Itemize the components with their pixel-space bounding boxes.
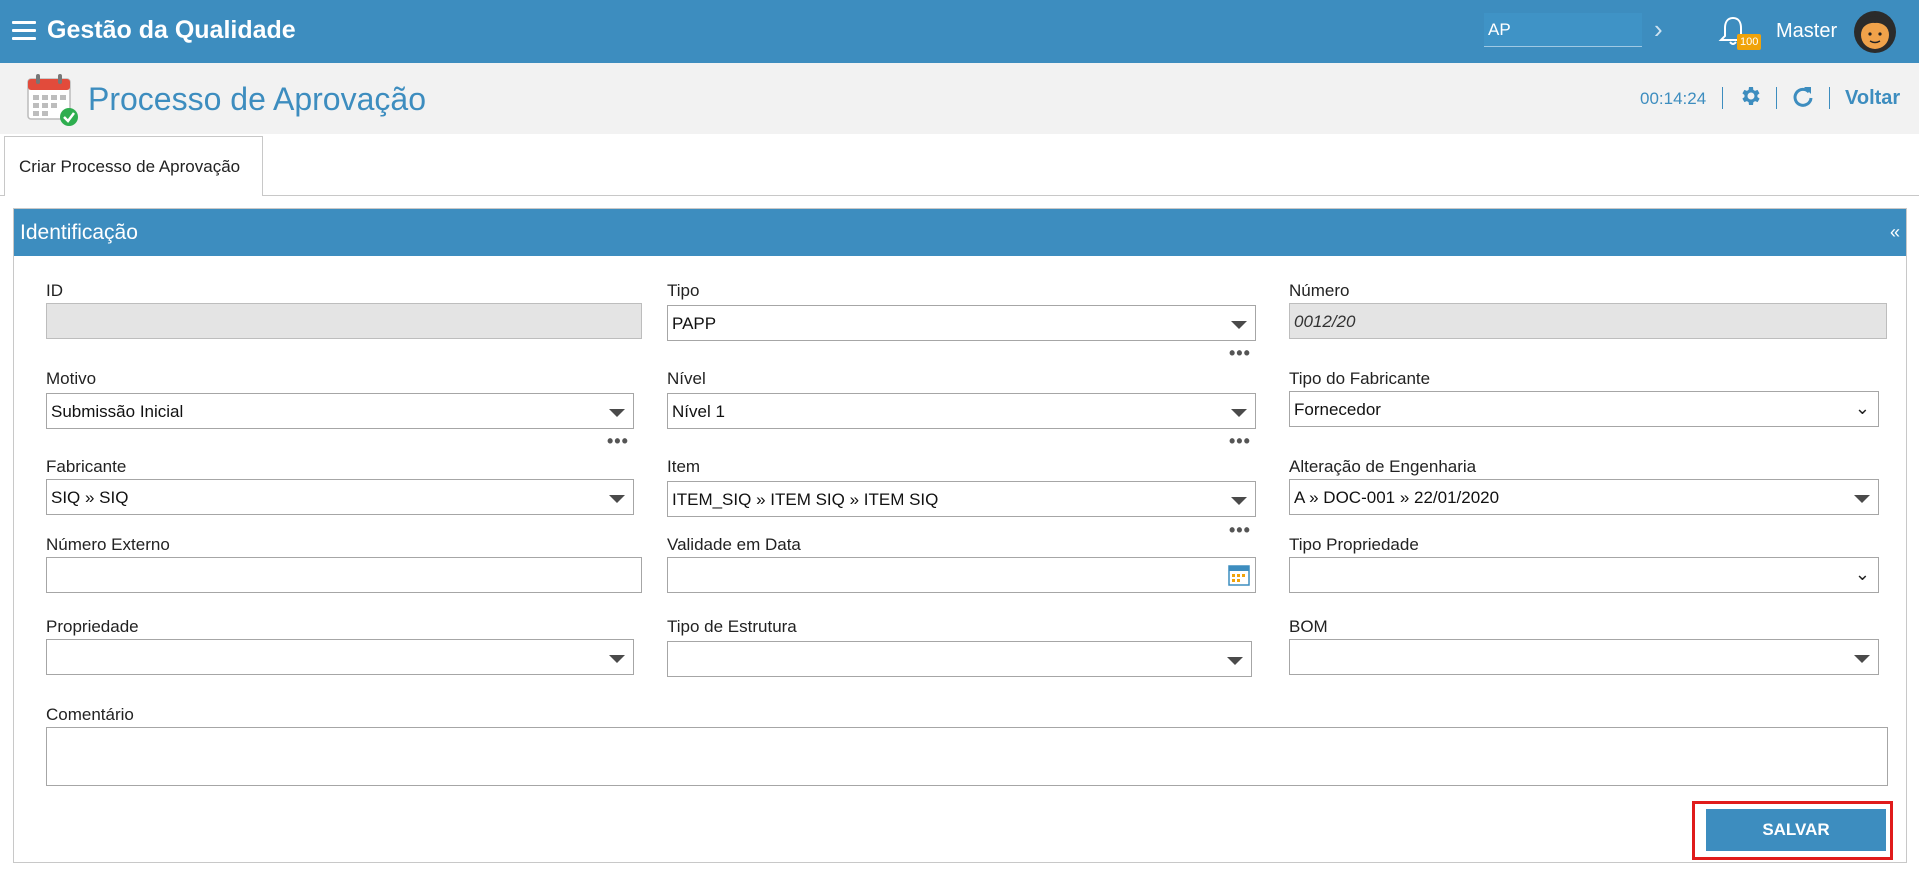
more-options-icon[interactable]: ••• <box>1229 521 1251 539</box>
tipo-estrutura-select[interactable] <box>667 641 1252 677</box>
refresh-icon[interactable] <box>1791 84 1815 108</box>
tipo-propriedade-select[interactable]: ⌄ <box>1289 557 1879 593</box>
user-name[interactable]: Master <box>1776 20 1837 43</box>
caret-down-icon <box>1227 657 1243 665</box>
id-label: ID <box>46 281 63 300</box>
tipo-fabricante-value: Fornecedor <box>1294 400 1381 419</box>
tipo-fabricante-select[interactable]: Fornecedor ⌄ <box>1289 391 1879 427</box>
bom-label: BOM <box>1289 617 1328 636</box>
top-bar: Gestão da Qualidade › 100 Master <box>0 0 1919 63</box>
tipo-fabricante-label: Tipo do Fabricante <box>1289 369 1431 388</box>
alteracao-label: Alteração de Engenharia <box>1289 457 1477 476</box>
divider <box>1722 87 1723 109</box>
more-options-icon[interactable]: ••• <box>1229 432 1251 450</box>
tab-criar-processo[interactable]: Criar Processo de Aprovação <box>4 136 263 196</box>
chevron-right-icon[interactable]: › <box>1654 14 1676 44</box>
session-timer: 00:14:24 <box>1640 89 1707 108</box>
bom-select[interactable] <box>1289 639 1879 675</box>
motivo-value: Submissão Inicial <box>51 402 184 421</box>
comentario-label: Comentário <box>46 705 134 724</box>
fabricante-value: SIQ » SIQ <box>51 488 129 507</box>
motivo-select[interactable]: Submissão Inicial <box>46 393 634 429</box>
tipo-estrutura-label: Tipo de Estrutura <box>667 617 797 636</box>
id-field <box>46 303 642 339</box>
item-select[interactable]: ITEM_SIQ » ITEM SIQ » ITEM SIQ <box>667 481 1256 517</box>
item-label: Item <box>667 457 701 476</box>
caret-down-icon <box>609 409 625 417</box>
more-options-icon[interactable]: ••• <box>607 432 629 450</box>
divider <box>1776 87 1777 109</box>
collapse-icon[interactable]: « <box>1890 222 1900 243</box>
hamburger-menu-icon[interactable] <box>12 21 36 41</box>
numero-label: Número <box>1289 281 1350 300</box>
caret-down-icon <box>1854 495 1870 503</box>
propriedade-label: Propriedade <box>46 617 139 636</box>
back-link[interactable]: Voltar <box>1845 87 1900 110</box>
fabricante-label: Fabricante <box>46 457 127 476</box>
tipo-value: PAPP <box>672 314 717 333</box>
tipo-label: Tipo <box>667 281 700 300</box>
avatar[interactable] <box>1853 10 1897 54</box>
tipo-select[interactable]: PAPP <box>667 305 1256 341</box>
chevron-down-icon: ⌄ <box>1854 564 1870 584</box>
numero-externo-input[interactable] <box>46 557 642 593</box>
propriedade-select[interactable] <box>46 639 634 675</box>
caret-down-icon <box>1231 409 1247 417</box>
caret-down-icon <box>1854 655 1870 663</box>
nivel-select[interactable]: Nível 1 <box>667 393 1256 429</box>
notification-badge: 100 <box>1737 34 1762 50</box>
calendar-check-icon <box>27 74 78 126</box>
motivo-label: Motivo <box>46 369 97 388</box>
caret-down-icon <box>1231 321 1247 329</box>
more-options-icon[interactable]: ••• <box>1229 344 1251 362</box>
page-title: Processo de Aprovação <box>88 81 426 117</box>
fabricante-select[interactable]: SIQ » SIQ <box>46 479 634 515</box>
comentario-textarea[interactable] <box>46 727 1888 786</box>
numero-externo-label: Número Externo <box>46 535 170 554</box>
calendar-icon[interactable] <box>1227 563 1251 587</box>
page-header: Processo de Aprovação 00:14:24 Voltar <box>0 63 1919 134</box>
alteracao-select[interactable]: A » DOC-001 » 22/01/2020 <box>1289 479 1879 515</box>
numero-field: 0012/20 <box>1289 303 1887 339</box>
divider <box>1829 87 1830 109</box>
item-value: ITEM_SIQ » ITEM SIQ » ITEM SIQ <box>672 490 939 509</box>
caret-down-icon <box>609 655 625 663</box>
alteracao-value: A » DOC-001 » 22/01/2020 <box>1294 488 1500 507</box>
caret-down-icon <box>609 495 625 503</box>
validade-date-input[interactable] <box>667 557 1256 593</box>
caret-down-icon <box>1231 497 1247 505</box>
tabs-border <box>0 195 1919 196</box>
gear-icon[interactable] <box>1738 84 1762 108</box>
search-input[interactable] <box>1484 13 1642 47</box>
nivel-value: Nível 1 <box>672 402 725 421</box>
panel-header: Identificação « <box>14 209 1906 256</box>
panel-title: Identificação <box>20 221 138 244</box>
validade-label: Validade em Data <box>667 535 801 554</box>
save-button[interactable]: SALVAR <box>1706 809 1886 851</box>
nivel-label: Nível <box>667 369 706 388</box>
tipo-propriedade-label: Tipo Propriedade <box>1289 535 1419 554</box>
app-title: Gestão da Qualidade <box>47 16 296 44</box>
chevron-down-icon: ⌄ <box>1854 398 1870 418</box>
